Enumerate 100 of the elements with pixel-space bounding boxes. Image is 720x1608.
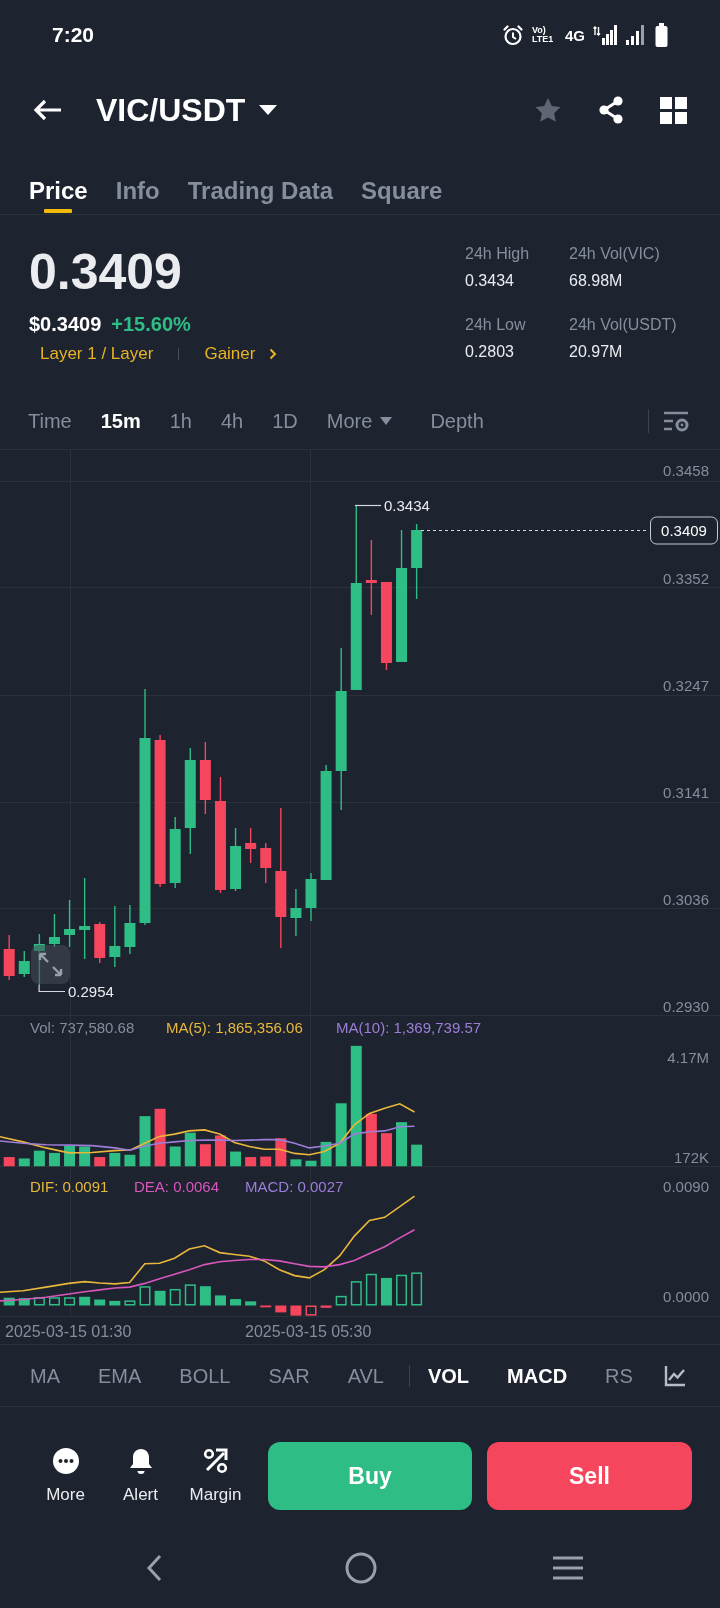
alert-button[interactable]: Alert [103,1447,178,1505]
volume-axis-label: 4.17M [667,1048,709,1066]
chevron-icon [269,348,278,360]
stat-value: 0.2803 [465,342,515,362]
interval-tab[interactable]: 1h [169,407,192,434]
candle [3,934,15,981]
home-icon[interactable] [344,1552,377,1584]
signal-icon [593,24,617,46]
volume-bar [48,1152,60,1167]
interval-tab[interactable]: 15m [100,407,141,434]
legend-label: Vol: 737,580.68 [30,1019,135,1036]
depth-tab[interactable]: Depth [430,407,484,434]
volume-bar [94,1157,106,1167]
legend-label: MA(5): 1,865,356.06 [166,1019,303,1036]
tab[interactable]: Trading Data [187,150,334,214]
price-axis-label: 0.3352 [663,570,709,588]
margin-button[interactable]: Margin [178,1447,253,1505]
indicator-tab[interactable]: VOL [427,1362,470,1389]
chart-icon[interactable] [664,1364,686,1387]
indicator-tab[interactable]: EMA [98,1362,142,1389]
candle [33,933,45,986]
macd-axis-label: 0.0090 [663,1177,709,1195]
tab[interactable]: Square [361,150,443,214]
macd-bar [199,1286,211,1306]
star-icon[interactable] [534,96,562,124]
price-axis-label: 0.3141 [663,783,709,801]
back-icon[interactable] [145,1554,162,1582]
interval-tab[interactable]: 4h [221,407,244,434]
indicator-tab[interactable]: AVL [347,1362,384,1389]
volume-bar [380,1133,392,1167]
last-price-label: 0.3409 [650,516,718,545]
candle [109,905,121,968]
buy-button[interactable]: Buy [268,1442,472,1510]
volume-axis-label: 172K [673,1148,709,1166]
legend-label: DIF: 0.0091 [30,1177,109,1195]
price-axis-label: 0.3247 [663,676,709,694]
legend-label: DEA: 0.0064 [134,1177,220,1195]
expand-icon[interactable] [31,945,70,984]
indicator-tab[interactable]: MA [30,1362,60,1389]
price-axis-label: 0.3036 [663,890,709,908]
candle [245,827,257,864]
pair-selector[interactable]: VIC/USDT [96,91,278,129]
sell-button[interactable]: Sell [487,1442,692,1510]
tab[interactable]: Info [115,150,160,214]
grid-icon[interactable] [660,96,687,124]
indicator-tab[interactable]: RS [605,1362,633,1389]
candle [64,899,76,948]
interval-tab[interactable]: Time [28,407,72,434]
settings-icon[interactable] [663,409,690,432]
volume-bar [275,1138,287,1167]
stat-value: 68.98M [569,271,624,291]
tag-link[interactable]: Gainer [193,342,289,366]
volume-bar [64,1146,76,1167]
volume-bar [290,1159,302,1167]
macd-bar [184,1284,196,1306]
volume-bar [260,1156,272,1167]
volume-bar [139,1116,151,1167]
candle [260,842,272,884]
volume-bar [79,1146,91,1167]
macd-bar [260,1305,272,1308]
indicator-tab[interactable]: SAR [268,1362,310,1389]
more-button[interactable]: More [28,1447,103,1505]
leader-line [354,504,382,507]
macd-bar [275,1305,287,1313]
caret-icon [259,105,278,115]
candle [305,872,317,922]
time-axis-label: 2025-03-15 01:30 [5,1322,132,1340]
price-axis-label: 0.2930 [663,997,709,1015]
volume-bar [245,1157,257,1167]
macd-bar [3,1297,15,1306]
volume-bar [3,1157,15,1167]
share-icon[interactable] [597,96,625,124]
candle [18,950,30,978]
indicator-tab[interactable]: BOLL [179,1362,231,1389]
stat-label: 24h High [465,244,531,264]
macd-bar [305,1305,317,1316]
macd-bar [396,1274,408,1306]
macd-bar [18,1298,30,1306]
macd-bar [290,1305,302,1316]
menu-icon[interactable] [551,1556,584,1580]
volume-bar [305,1160,317,1167]
macd-bar [245,1301,257,1306]
stat-label: 24h Vol(USDT) [569,315,678,335]
stat-value: 20.97M [569,342,624,362]
volume-bar [154,1108,166,1167]
indicator-tab[interactable]: MACD [507,1362,568,1389]
price-change: +15.60% [111,312,191,337]
interval-tab[interactable]: 1D [272,407,298,434]
macd-bar [33,1297,45,1306]
tab[interactable]: Price [29,150,88,214]
more-icon [51,1447,80,1475]
volume-bar [396,1122,408,1167]
macd-bar [64,1297,76,1306]
signal-icon [625,24,647,46]
candle [230,827,242,892]
volume-bar [18,1158,30,1167]
stat-label: 24h Low [465,315,527,335]
tag-link[interactable]: Layer 1 / Layer [29,342,165,366]
more-dropdown[interactable]: More [326,407,393,434]
volume-bar [33,1150,45,1167]
